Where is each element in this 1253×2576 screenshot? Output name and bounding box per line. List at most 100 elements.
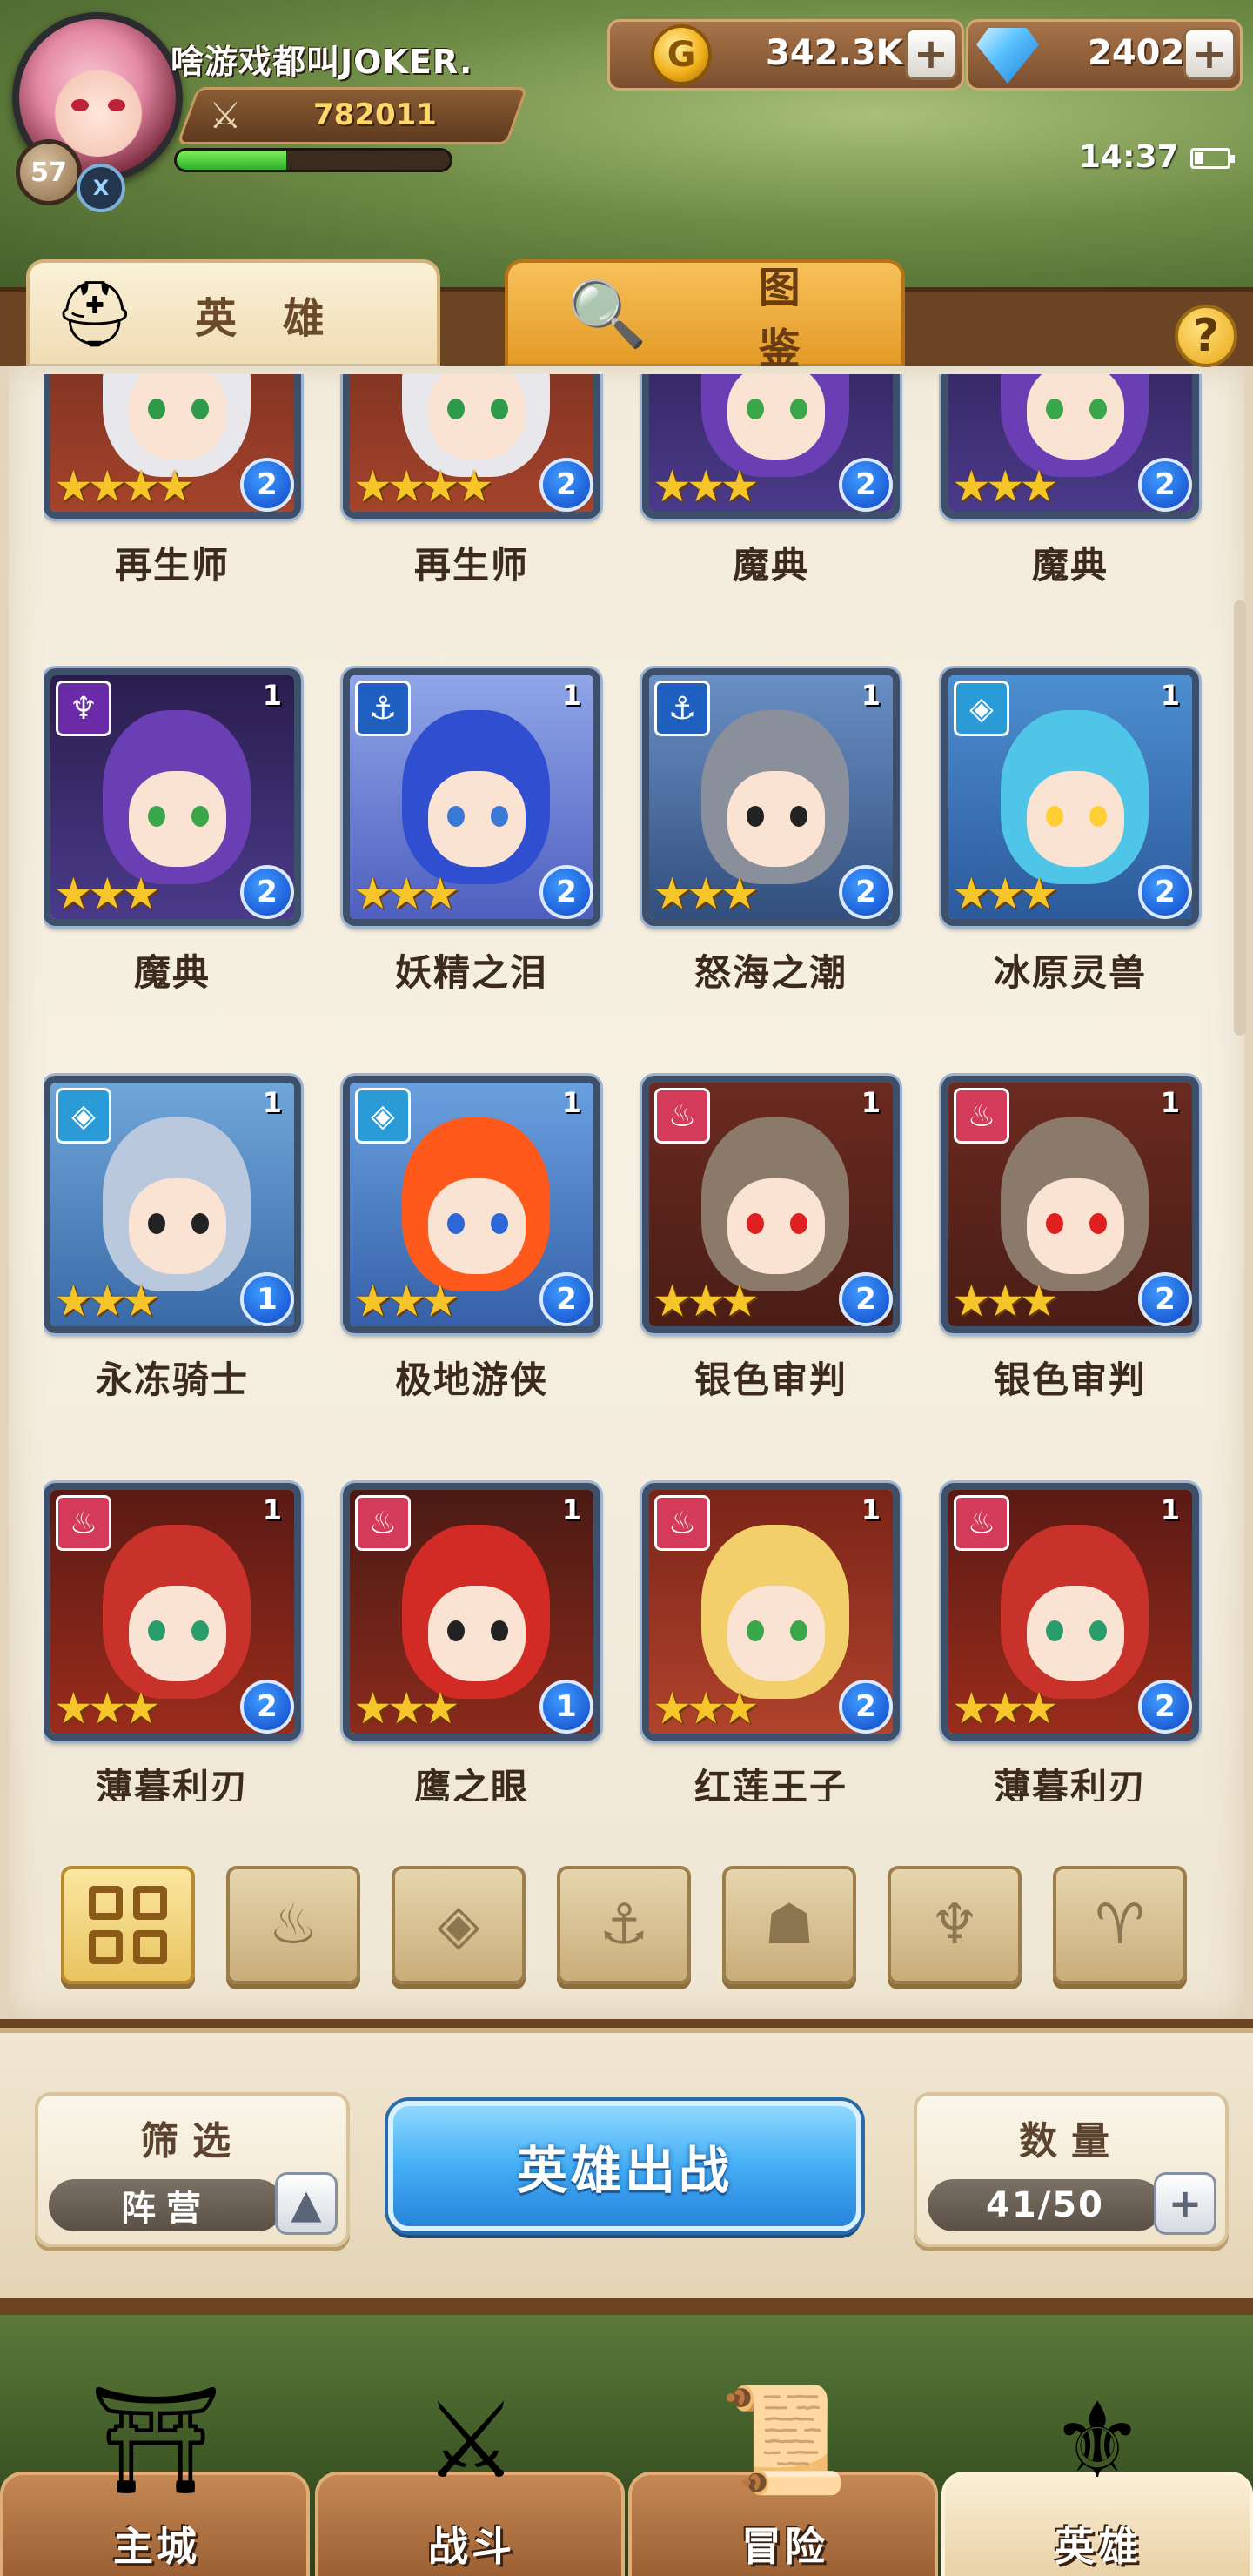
hero-rank-badge: 2 bbox=[1138, 865, 1192, 919]
hero-card[interactable]: ◈ 1 ★★★ 2 极地游侠 bbox=[343, 1076, 604, 1467]
hero-name: 薄暮利刃 bbox=[95, 1766, 249, 1801]
hero-rank-badge: 2 bbox=[240, 1680, 294, 1734]
flame-faction-icon: ♨ bbox=[954, 1088, 1009, 1144]
grid-view-icon bbox=[89, 1886, 167, 1964]
hero-rank-badge: 2 bbox=[1138, 1272, 1192, 1326]
hero-name: 银色审判 bbox=[993, 1358, 1147, 1401]
shadow-faction-icon: ♈ bbox=[1095, 1893, 1145, 1957]
hero-card[interactable]: ♨ 1 ★★★ 2 红莲王子 bbox=[642, 1483, 903, 1801]
hero-card[interactable]: ◈ 1 ★★★ 1 永冻骑士 bbox=[44, 1076, 305, 1467]
flame-faction-icon: ♨ bbox=[56, 1495, 111, 1551]
add-gems-button[interactable]: + bbox=[1183, 28, 1236, 80]
crossed-swords-power-icon: ⚔ bbox=[209, 94, 242, 137]
hero-portrait[interactable]: ★★★ 2 bbox=[642, 374, 900, 519]
flame-faction-icon: ♨ bbox=[268, 1893, 318, 1957]
hero-level: 1 bbox=[262, 1493, 282, 1526]
ice-faction-icon: ◈ bbox=[56, 1088, 111, 1144]
hero-portrait[interactable]: ♨ 1 ★★★ 2 bbox=[642, 1076, 900, 1333]
hero-level: 1 bbox=[861, 1493, 881, 1526]
anchor-faction-filter[interactable]: ⚓ bbox=[557, 1866, 691, 1984]
nav-label: 主城 bbox=[113, 2523, 200, 2570]
crossed-swords-icon: ⚔ bbox=[424, 2380, 518, 2502]
hero-rank-badge: 2 bbox=[1138, 458, 1192, 512]
player-level-badge: 57 bbox=[16, 139, 82, 205]
anchor-faction-icon: ⚓ bbox=[599, 1893, 649, 1957]
hero-count-value: 41/50 bbox=[928, 2179, 1163, 2231]
anchor-faction-icon: ⚓ bbox=[654, 681, 710, 736]
hero-portrait[interactable]: ◈ 1 ★★★ 2 bbox=[343, 1076, 600, 1333]
tab-codex[interactable]: 🔍 图 鉴 bbox=[505, 259, 905, 373]
hero-card[interactable]: ♨ 1 ★★★ 2 薄暮利刃 bbox=[941, 1483, 1203, 1801]
hero-card[interactable]: ♆ 1 ★★★ 2 魔典 bbox=[44, 668, 305, 1060]
hero-portrait[interactable]: ★★★ 2 bbox=[941, 374, 1199, 519]
hero-card[interactable]: ★★★ 2 魔典 bbox=[642, 374, 903, 653]
add-gold-button[interactable]: + bbox=[905, 28, 957, 80]
ice-faction-filter[interactable]: ◈ bbox=[392, 1866, 526, 1984]
hero-rank-badge: 2 bbox=[839, 1272, 893, 1326]
hero-level: 1 bbox=[1160, 1493, 1180, 1526]
hero-count-box: 数量 41/50 + bbox=[914, 2092, 1229, 2247]
star-rating: ★★★ bbox=[952, 1276, 1059, 1326]
hero-portrait[interactable]: ★★★★ 2 bbox=[343, 374, 600, 519]
hero-card[interactable]: ◈ 1 ★★★ 2 冰原灵兽 bbox=[941, 668, 1203, 1060]
all-filter[interactable] bbox=[61, 1866, 195, 1984]
hero-name: 再生师 bbox=[413, 544, 529, 587]
star-rating: ★★★ bbox=[54, 869, 161, 919]
hero-rank-badge: 2 bbox=[839, 865, 893, 919]
flame-faction-icon: ♨ bbox=[654, 1088, 710, 1144]
hero-level: 1 bbox=[1160, 1086, 1180, 1119]
add-hero-slot-button[interactable]: + bbox=[1154, 2172, 1216, 2235]
hero-portrait[interactable]: ★★★★ 2 bbox=[44, 374, 301, 519]
beast-faction-filter[interactable]: ☗ bbox=[722, 1866, 856, 1984]
hero-card[interactable]: ⚓ 1 ★★★ 2 怒海之潮 bbox=[642, 668, 903, 1060]
hero-portrait[interactable]: ⚓ 1 ★★★ 2 bbox=[642, 668, 900, 926]
hero-portrait[interactable]: ♨ 1 ★★★ 2 bbox=[941, 1076, 1199, 1333]
tab-heroes[interactable]: ⛑ 英 雄 bbox=[26, 259, 440, 366]
hero-card[interactable]: ♨ 1 ★★★ 2 薄暮利刃 bbox=[44, 1483, 305, 1801]
hero-portrait[interactable]: ♨ 1 ★★★ 1 bbox=[343, 1483, 600, 1741]
hero-rank-badge: 1 bbox=[539, 1680, 593, 1734]
demon-faction-filter[interactable]: ♆ bbox=[888, 1866, 1022, 1984]
xp-bar-fill bbox=[177, 151, 286, 170]
hero-rank-badge: 2 bbox=[1138, 1680, 1192, 1734]
hero-portrait[interactable]: ♆ 1 ★★★ 2 bbox=[44, 668, 301, 926]
hero-card[interactable]: ♨ 1 ★★★ 2 银色审判 bbox=[941, 1076, 1203, 1467]
hero-card[interactable]: ★★★★ 2 再生师 bbox=[343, 374, 604, 653]
battery-icon bbox=[1190, 148, 1235, 169]
hero-portrait[interactable]: ◈ 1 ★★★ 1 bbox=[44, 1076, 301, 1333]
star-rating: ★★★ bbox=[653, 1276, 760, 1326]
hero-name: 鹰之眼 bbox=[413, 1766, 529, 1801]
hero-rank-badge: 2 bbox=[240, 865, 294, 919]
hero-portrait[interactable]: ♨ 1 ★★★ 2 bbox=[44, 1483, 301, 1741]
hero-portrait[interactable]: ♨ 1 ★★★ 2 bbox=[642, 1483, 900, 1741]
hero-list-scrollbar[interactable] bbox=[1234, 600, 1246, 1036]
filter-toggle-button[interactable]: ▲ bbox=[275, 2172, 338, 2235]
filter-value[interactable]: 阵营 bbox=[49, 2179, 284, 2231]
knight-helmet-icon: ⛑ bbox=[54, 276, 136, 352]
star-rating: ★★★ bbox=[653, 869, 760, 919]
shadow-faction-filter[interactable]: ♈ bbox=[1053, 1866, 1187, 1984]
hero-portrait[interactable]: ◈ 1 ★★★ 2 bbox=[941, 668, 1199, 926]
hero-card[interactable]: ★★★ 2 魔典 bbox=[941, 374, 1203, 653]
hero-name: 极地游侠 bbox=[394, 1358, 548, 1401]
star-rating: ★★★ bbox=[952, 1683, 1059, 1734]
hero-rank-badge: 2 bbox=[839, 1680, 893, 1734]
vip-badge[interactable]: X bbox=[77, 164, 125, 212]
hero-card[interactable]: ♨ 1 ★★★ 2 银色审判 bbox=[642, 1076, 903, 1467]
hero-portrait[interactable]: ⚓ 1 ★★★ 2 bbox=[343, 668, 600, 926]
filter-box: 筛选 阵营 ▲ bbox=[35, 2092, 350, 2247]
hero-name: 薄暮利刃 bbox=[993, 1766, 1147, 1801]
deploy-heroes-button[interactable]: 英雄出战 bbox=[388, 2101, 861, 2231]
hero-card[interactable]: ♨ 1 ★★★ 1 鹰之眼 bbox=[343, 1483, 604, 1801]
help-button[interactable]: ? bbox=[1175, 305, 1237, 367]
hero-level: 1 bbox=[262, 679, 282, 712]
hero-portrait[interactable]: ♨ 1 ★★★ 2 bbox=[941, 1483, 1199, 1741]
hero-card[interactable]: ★★★★ 2 再生师 bbox=[44, 374, 305, 653]
star-rating: ★★★ bbox=[54, 1276, 161, 1326]
hero-helmet-icon: ⚜ bbox=[1050, 2380, 1144, 2502]
flame-faction-icon: ♨ bbox=[654, 1495, 710, 1551]
flame-faction-filter[interactable]: ♨ bbox=[226, 1866, 360, 1984]
player-name: 啥游戏都叫JOKER. bbox=[171, 43, 473, 81]
hero-card[interactable]: ⚓ 1 ★★★ 2 妖精之泪 bbox=[343, 668, 604, 1060]
demon-faction-icon: ♆ bbox=[929, 1893, 980, 1957]
